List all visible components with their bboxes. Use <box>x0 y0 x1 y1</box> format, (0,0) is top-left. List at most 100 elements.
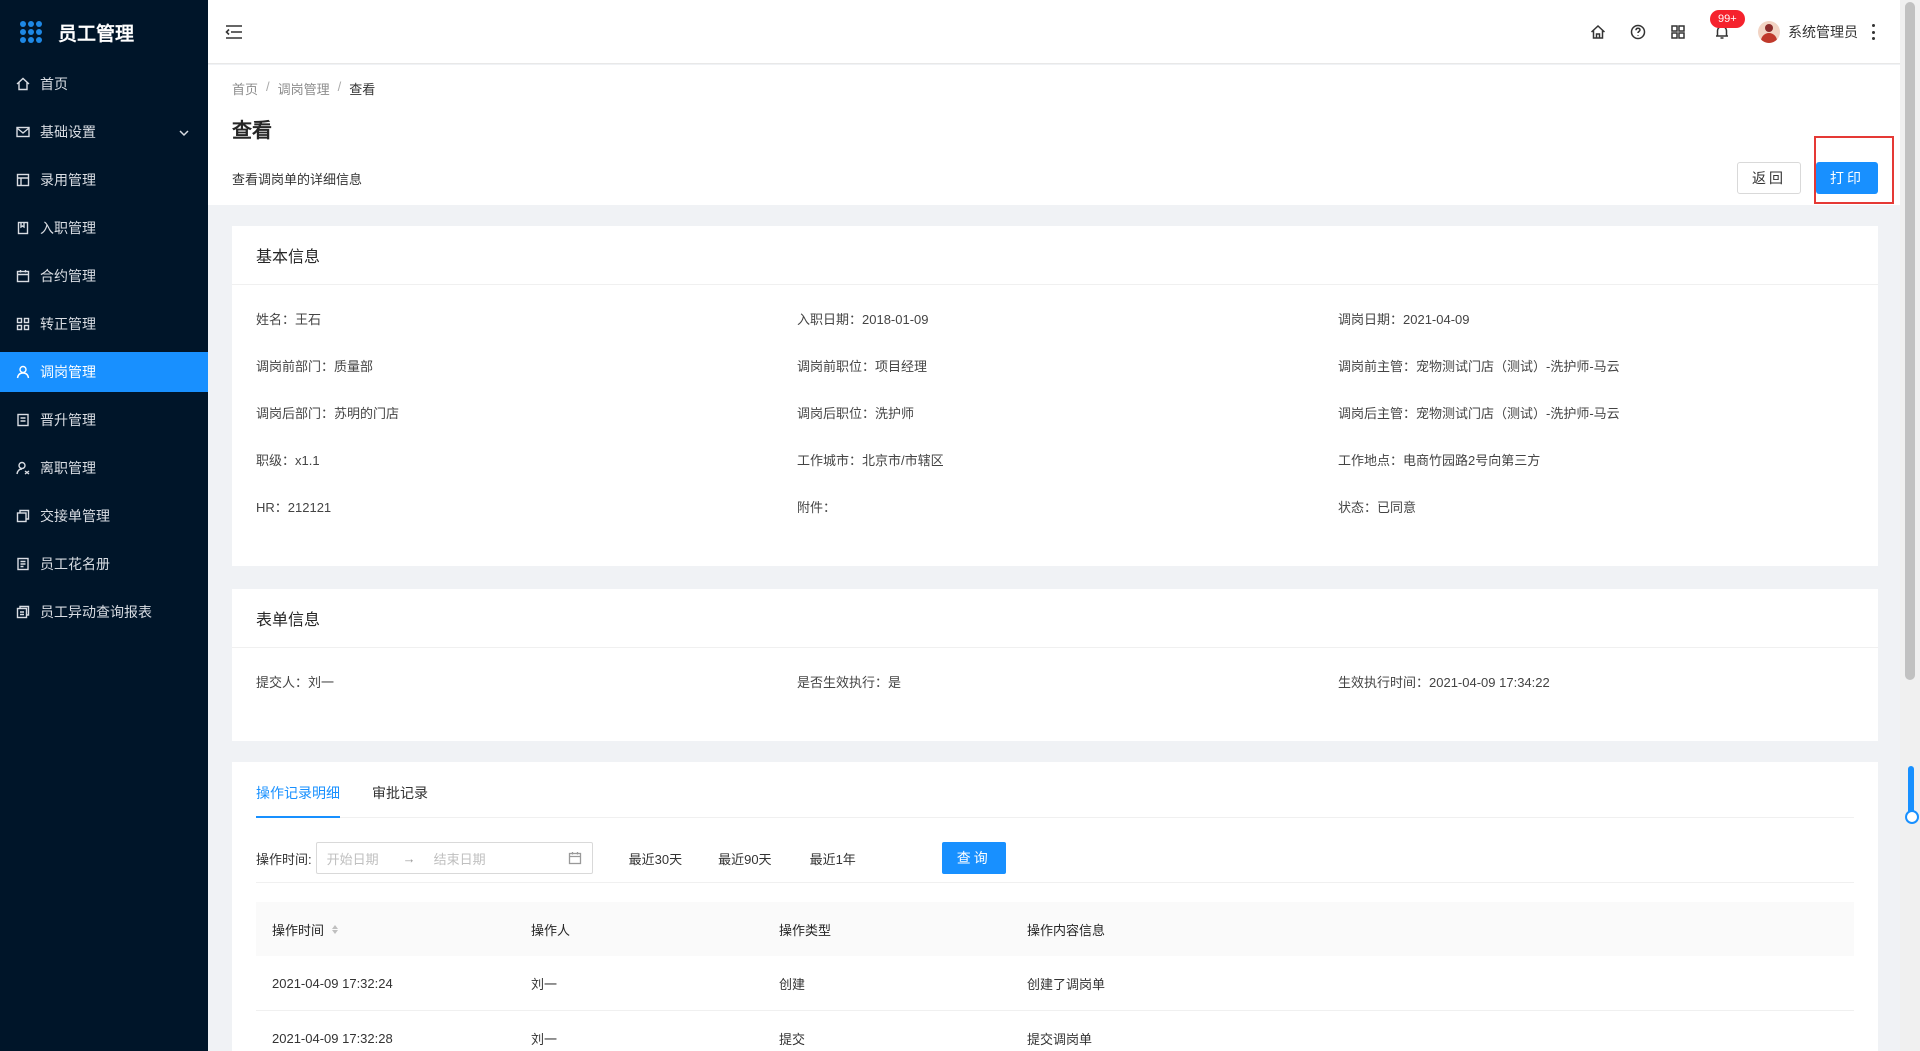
arrow-right-icon: → <box>402 850 416 866</box>
sidebar-item-label: 入职管理 <box>40 220 96 236</box>
mail-icon <box>16 125 30 139</box>
notification-badge: 99+ <box>1710 10 1745 28</box>
field-position-before: 调岗前职位：项目经理 <box>797 359 928 374</box>
sidebar-item-transfer[interactable]: 调岗管理 <box>0 352 208 392</box>
user-icon <box>16 365 30 379</box>
home-icon <box>16 77 30 91</box>
app-logo[interactable]: 员工管理 <box>0 0 208 64</box>
apps-grid-icon <box>1671 25 1685 39</box>
sidebar-item-label: 合约管理 <box>40 268 96 284</box>
sidebar-item-resignation[interactable]: 离职管理 <box>0 448 208 488</box>
table-row: 2021-04-09 17:32:28 刘一 提交 提交调岗单 <box>256 1011 1854 1051</box>
breadcrumb-separator: / <box>266 79 270 94</box>
home-icon <box>1590 24 1606 39</box>
cell-type: 创建 <box>779 976 806 992</box>
sidebar-item-hiring[interactable]: 录用管理 <box>0 160 208 200</box>
sidebar-item-label: 首页 <box>40 76 68 92</box>
sidebar-item-promotion[interactable]: 晋升管理 <box>0 400 208 440</box>
records-tabs: 操作记录明细 审批记录 <box>256 762 1854 818</box>
home-button[interactable] <box>1590 24 1606 40</box>
top-header: 99+ 系统管理员 <box>208 0 1900 64</box>
tab-approval-log[interactable]: 审批记录 <box>372 783 428 817</box>
field-position-after: 调岗后职位：洗护师 <box>797 406 915 421</box>
field-join-date: 入职日期：2018-01-09 <box>797 312 929 327</box>
sidebar-item-label: 晋升管理 <box>40 412 96 428</box>
start-date-input[interactable]: 开始日期 <box>327 849 379 868</box>
basic-info-title: 基本信息 <box>232 226 1878 285</box>
field-dept-after: 调岗后部门：苏明的门店 <box>256 406 400 421</box>
apps-grid-icon <box>20 21 42 43</box>
sidebar-item-handover[interactable]: 交接单管理 <box>0 496 208 536</box>
sidebar-item-basic-settings[interactable]: 基础设置 <box>0 112 208 152</box>
menu-fold-icon <box>225 24 242 39</box>
help-button[interactable] <box>1630 24 1646 40</box>
sort-icon[interactable] <box>332 924 339 934</box>
cell-operator: 刘一 <box>531 976 558 992</box>
quick-range-1y[interactable]: 最近1年 <box>810 849 856 868</box>
form-info-card: 表单信息 提交人：刘一 是否生效执行：是 生效执行时间：2021-04-09 1… <box>232 589 1878 741</box>
field-attachment: 附件： <box>797 500 837 515</box>
field-submitter: 提交人：刘一 <box>256 675 335 690</box>
tab-operation-log[interactable]: 操作记录明细 <box>256 783 340 818</box>
date-range-picker[interactable]: 开始日期 → 结束日期 <box>315 842 593 874</box>
report-icon <box>16 605 30 619</box>
more-vertical-icon[interactable] <box>1872 24 1876 40</box>
sidebar-menu: 首页 基础设置 录用管理 入职管理 合约管理 转正管理 调岗管理 晋升管理 离职… <box>0 64 208 632</box>
sidebar-item-label: 基础设置 <box>40 124 96 140</box>
page-description: 查看调岗单的详细信息 <box>232 172 363 187</box>
avatar <box>1758 21 1780 43</box>
back-button[interactable]: 返回 <box>1737 162 1801 194</box>
breadcrumb-current: 查看 <box>349 82 376 97</box>
breadcrumb-home[interactable]: 首页 <box>232 79 258 98</box>
quick-range-90d[interactable]: 最近90天 <box>718 849 771 868</box>
quick-range-30d[interactable]: 最近30天 <box>629 849 682 868</box>
records-filter: 操作时间: 开始日期 → 结束日期 最近30天 最近90天 最近1年 查询 <box>256 840 1006 876</box>
sidebar-item-label: 员工花名册 <box>40 556 110 572</box>
chevron-down-icon <box>178 126 190 138</box>
sidebar-item-contracts[interactable]: 合约管理 <box>0 256 208 296</box>
table-row: 2021-04-09 17:32:24 刘一 创建 创建了调岗单 <box>256 956 1854 1011</box>
username: 系统管理员 <box>1788 24 1858 40</box>
cell-content: 提交调岗单 <box>1027 1031 1093 1047</box>
file-icon <box>16 413 30 427</box>
sidebar-item-regularization[interactable]: 转正管理 <box>0 304 208 344</box>
scrollbar-thumb[interactable] <box>1905 2 1915 680</box>
apps-icon <box>16 317 30 331</box>
user-leave-icon <box>16 461 30 475</box>
field-hr: HR：212121 <box>256 500 332 515</box>
highlight-annotation <box>1814 136 1894 204</box>
side-slider-handle[interactable] <box>1905 766 1919 824</box>
sidebar-item-onboarding[interactable]: 入职管理 <box>0 208 208 248</box>
column-header-time[interactable]: 操作时间 <box>256 920 531 939</box>
sidebar-item-label: 离职管理 <box>40 460 96 476</box>
column-header-content: 操作内容信息 <box>1027 922 1106 938</box>
filter-label: 操作时间: <box>256 851 312 867</box>
copy-icon <box>16 509 30 523</box>
user-menu[interactable]: 系统管理员 <box>1758 21 1858 43</box>
sidebar-item-change-report[interactable]: 员工异动查询报表 <box>0 592 208 632</box>
cell-time: 2021-04-09 17:32:28 <box>272 1030 393 1046</box>
notification-button[interactable]: 99+ <box>1710 10 1745 40</box>
column-header-operator: 操作人 <box>531 922 571 938</box>
field-work-location: 工作地点：电商竹园路2号向第三方 <box>1338 453 1541 468</box>
divider <box>256 882 1854 883</box>
apps-button[interactable] <box>1670 24 1686 40</box>
sidebar: 员工管理 首页 基础设置 录用管理 入职管理 合约管理 转正管理 调岗管理 晋升… <box>0 0 208 1051</box>
end-date-input[interactable]: 结束日期 <box>434 849 486 868</box>
field-effective-time: 生效执行时间：2021-04-09 17:34:22 <box>1338 675 1550 690</box>
field-name: 姓名：王石 <box>256 312 322 327</box>
page-scrollbar[interactable] <box>1900 0 1920 1051</box>
field-effective: 是否生效执行：是 <box>797 675 902 690</box>
field-supervisor-after: 调岗后主管：宠物测试门店（测试）-洗护师-马云 <box>1338 406 1620 421</box>
roster-icon <box>16 557 30 571</box>
breadcrumb-transfer[interactable]: 调岗管理 <box>278 79 330 98</box>
query-button[interactable]: 查询 <box>941 842 1006 874</box>
records-table: 操作时间 操作人 操作类型 操作内容信息 2021-04-09 17:32:24… <box>256 902 1854 1051</box>
sidebar-item-home[interactable]: 首页 <box>0 64 208 104</box>
records-card: 操作记录明细 审批记录 操作时间: 开始日期 → 结束日期 最近30天 最近90… <box>232 762 1878 1051</box>
menu-fold-button[interactable] <box>224 22 244 42</box>
field-transfer-date: 调岗日期：2021-04-09 <box>1338 312 1470 327</box>
sidebar-item-roster[interactable]: 员工花名册 <box>0 544 208 584</box>
form-info-title: 表单信息 <box>232 589 1878 648</box>
column-header-type: 操作类型 <box>779 922 832 938</box>
